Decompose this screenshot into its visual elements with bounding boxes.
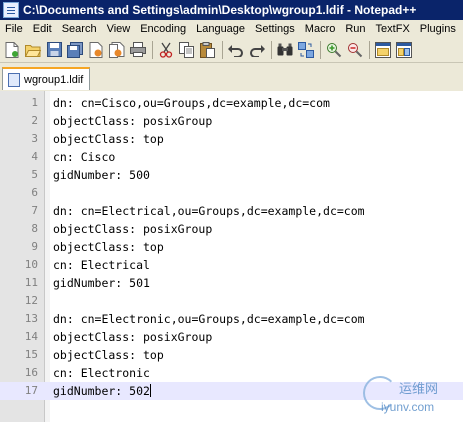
menu-search[interactable]: Search bbox=[57, 23, 102, 35]
editor-line[interactable]: 10 cn: Electrical bbox=[0, 256, 463, 274]
menu-plugins[interactable]: Plugins bbox=[415, 23, 461, 35]
paste-icon[interactable] bbox=[200, 41, 216, 58]
line-number: 13 bbox=[24, 312, 38, 325]
line-number: 16 bbox=[24, 366, 38, 379]
toolbar-separator bbox=[320, 40, 321, 59]
editor-line[interactable]: 1 dn: cn=Cisco,ou=Groups,dc=example,dc=co… bbox=[0, 94, 463, 112]
replace-icon[interactable] bbox=[298, 41, 314, 58]
line-number: 10 bbox=[24, 258, 38, 271]
new-file-icon[interactable] bbox=[4, 41, 20, 58]
toolbar bbox=[0, 37, 463, 63]
line-text-content: gidNumber: 502 bbox=[53, 384, 150, 398]
editor-line[interactable]: 15 objectClass: top bbox=[0, 346, 463, 364]
save-all-icon[interactable] bbox=[67, 41, 83, 58]
notepad-plus-plus-icon bbox=[3, 2, 19, 18]
menu-textfx[interactable]: TextFX bbox=[371, 23, 415, 35]
menu-view[interactable]: View bbox=[102, 23, 136, 35]
tab-wgroup1-ldif[interactable]: wgroup1.ldif bbox=[2, 67, 90, 90]
line-text: cn: Electrical bbox=[53, 258, 150, 272]
copy-icon[interactable] bbox=[179, 41, 195, 58]
line-number: 11 bbox=[24, 276, 38, 289]
editor-area[interactable]: 1 dn: cn=Cisco,ou=Groups,dc=example,dc=co… bbox=[0, 91, 463, 422]
line-number: 6 bbox=[31, 186, 38, 199]
print-icon[interactable] bbox=[130, 42, 146, 58]
watermark-text: 运维网 bbox=[399, 382, 439, 397]
line-text: objectClass: posixGroup bbox=[53, 114, 213, 128]
editor-line[interactable]: 3 objectClass: top bbox=[0, 130, 463, 148]
editor-line[interactable]: 13 dn: cn=Electronic,ou=Groups,dc=example… bbox=[0, 310, 463, 328]
close-icon[interactable] bbox=[88, 41, 104, 58]
line-text: dn: cn=Cisco,ou=Groups,dc=example,dc=com bbox=[53, 96, 330, 110]
zoom-in-icon[interactable] bbox=[326, 42, 342, 58]
line-text: cn: Cisco bbox=[53, 150, 116, 164]
text-caret bbox=[149, 384, 151, 397]
line-number: 8 bbox=[31, 222, 38, 235]
menu-edit[interactable]: Edit bbox=[28, 23, 57, 35]
line-text: objectClass: top bbox=[53, 348, 164, 362]
title-bar: C:\Documents and Settings\admin\Desktop\… bbox=[0, 0, 463, 20]
watermark-logo: 运维网 iyunv.com bbox=[361, 374, 461, 420]
line-number: 2 bbox=[31, 114, 38, 127]
editor-line[interactable]: 9 objectClass: top bbox=[0, 238, 463, 256]
editor-line[interactable]: 11 gidNumber: 501 bbox=[0, 274, 463, 292]
toolbar-separator bbox=[222, 40, 223, 59]
toolbar-separator bbox=[271, 40, 272, 59]
line-number: 14 bbox=[24, 330, 38, 343]
menu-run[interactable]: Run bbox=[340, 23, 370, 35]
line-text: gidNumber: 502 bbox=[53, 382, 151, 400]
editor-line[interactable]: 14 objectClass: posixGroup bbox=[0, 328, 463, 346]
menu-language[interactable]: Language bbox=[191, 23, 250, 35]
toolbar-separator bbox=[152, 40, 153, 59]
line-text: gidNumber: 501 bbox=[53, 276, 150, 290]
editor-line[interactable]: 12 bbox=[0, 292, 463, 310]
line-text: dn: cn=Electronic,ou=Groups,dc=example,d… bbox=[53, 312, 365, 326]
redo-icon[interactable] bbox=[249, 42, 265, 58]
line-text: objectClass: posixGroup bbox=[53, 222, 213, 236]
editor-line[interactable]: 2 objectClass: posixGroup bbox=[0, 112, 463, 130]
line-text: dn: cn=Electrical,ou=Groups,dc=example,d… bbox=[53, 204, 365, 218]
close-all-icon[interactable] bbox=[109, 41, 125, 58]
line-text: objectClass: top bbox=[53, 240, 164, 254]
menu-macro[interactable]: Macro bbox=[300, 23, 341, 35]
line-number: 3 bbox=[31, 132, 38, 145]
line-number: 7 bbox=[31, 204, 38, 217]
line-number: 12 bbox=[24, 294, 38, 307]
line-text: gidNumber: 500 bbox=[53, 168, 150, 182]
save-icon[interactable] bbox=[46, 42, 62, 58]
window-title: C:\Documents and Settings\admin\Desktop\… bbox=[23, 3, 417, 17]
file-icon bbox=[8, 72, 20, 87]
editor-line[interactable]: 6 bbox=[0, 184, 463, 202]
editor-line[interactable]: 5 gidNumber: 500 bbox=[0, 166, 463, 184]
line-number: 4 bbox=[31, 150, 38, 163]
editor-line[interactable]: 7 dn: cn=Electrical,ou=Groups,dc=example,… bbox=[0, 202, 463, 220]
line-number: 9 bbox=[31, 240, 38, 253]
tab-label: wgroup1.ldif bbox=[24, 73, 84, 86]
sync-vertical-icon[interactable] bbox=[375, 41, 391, 58]
editor-line[interactable]: 8 objectClass: posixGroup bbox=[0, 220, 463, 238]
undo-icon[interactable] bbox=[228, 42, 244, 58]
cut-icon[interactable] bbox=[158, 42, 174, 58]
toolbar-separator bbox=[369, 40, 370, 59]
line-text: objectClass: top bbox=[53, 132, 164, 146]
line-number: 15 bbox=[24, 348, 38, 361]
zoom-out-icon[interactable] bbox=[347, 42, 363, 58]
line-number: 17 bbox=[24, 384, 38, 397]
menu-file[interactable]: File bbox=[0, 23, 28, 35]
open-file-icon[interactable] bbox=[25, 42, 41, 58]
line-text: cn: Electronic bbox=[53, 366, 150, 380]
sync-horizontal-icon[interactable] bbox=[396, 41, 412, 58]
watermark-url: iyunv.com bbox=[381, 400, 435, 414]
line-text: objectClass: posixGroup bbox=[53, 330, 213, 344]
editor-line[interactable]: 4 cn: Cisco bbox=[0, 148, 463, 166]
find-icon[interactable] bbox=[277, 42, 293, 58]
menu-encoding[interactable]: Encoding bbox=[135, 23, 191, 35]
line-number: 5 bbox=[31, 168, 38, 181]
menu-bar: File Edit Search View Encoding Language … bbox=[0, 20, 463, 37]
line-number: 1 bbox=[31, 96, 38, 109]
tab-strip: wgroup1.ldif bbox=[0, 63, 463, 92]
menu-settings[interactable]: Settings bbox=[250, 23, 300, 35]
